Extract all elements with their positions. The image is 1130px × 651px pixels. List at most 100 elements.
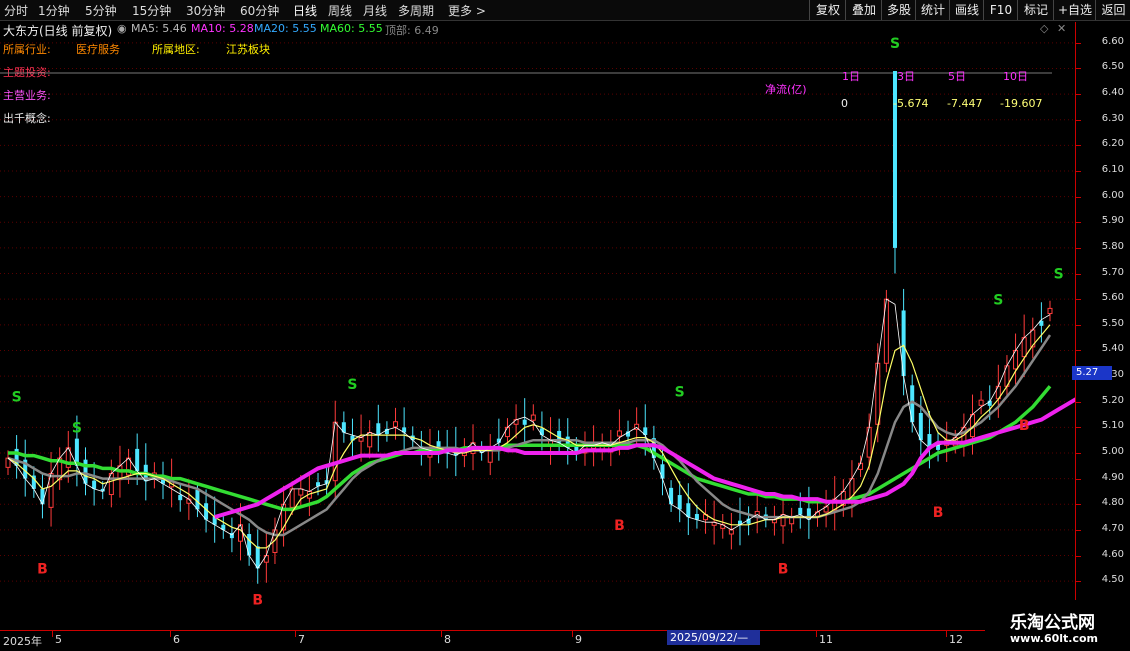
netflow-value-1: 0: [841, 97, 848, 110]
y-tick-label: 4.50: [1101, 574, 1124, 586]
cursor-date: 2025/09/22/—: [667, 630, 760, 645]
y-tick: [1076, 350, 1081, 352]
y-tick: [1076, 529, 1081, 531]
x-label-aug: 8: [444, 633, 451, 646]
y-tick-label: 4.80: [1101, 497, 1124, 509]
tab-60min[interactable]: 60分钟: [240, 2, 279, 19]
candle-body: [530, 414, 536, 421]
stats-button[interactable]: 统计: [915, 0, 950, 20]
y-tick: [1076, 94, 1081, 96]
tab-more[interactable]: 更多 >: [448, 2, 486, 19]
candle-body: [263, 555, 269, 563]
overlay-button[interactable]: 叠加: [845, 0, 882, 20]
y-tick: [1076, 222, 1081, 224]
candle-body: [978, 399, 984, 406]
kline-chart[interactable]: S S B S B B S B S B S B S: [0, 22, 1076, 630]
y-tick-label: 6.30: [1101, 112, 1124, 124]
y-tick-label: 5.80: [1101, 240, 1124, 252]
current-price-tag: 5.27: [1072, 366, 1112, 380]
tab-1min[interactable]: 1分钟: [38, 2, 70, 19]
watermark-url: www.60lt.com: [1010, 632, 1099, 645]
sell-signal: S: [72, 420, 82, 436]
f10-button[interactable]: F10: [983, 0, 1018, 20]
candles: [5, 71, 1053, 584]
candle-body: [660, 464, 665, 479]
y-tick: [1076, 145, 1081, 147]
y-tick-label: 6.00: [1101, 189, 1124, 201]
tab-5min[interactable]: 5分钟: [85, 2, 117, 19]
tab-intraday[interactable]: 分时: [4, 2, 28, 19]
y-tick: [1076, 581, 1081, 583]
y-tick: [1076, 42, 1081, 44]
tab-weekly[interactable]: 周线: [328, 2, 352, 19]
y-tick: [1076, 555, 1081, 557]
netflow-value-10: -19.607: [1000, 97, 1043, 110]
netflow-period-3: 3日: [897, 70, 915, 83]
y-tick: [1076, 171, 1081, 172]
tab-15min[interactable]: 15分钟: [132, 2, 171, 19]
candle-body: [694, 514, 699, 520]
y-tick-label: 5.20: [1101, 394, 1124, 406]
x-label-dec: 12: [949, 633, 963, 646]
x-tick: [170, 631, 171, 637]
tab-monthly[interactable]: 月线: [363, 2, 387, 19]
y-tick-label: 6.40: [1101, 87, 1124, 99]
tab-30min[interactable]: 30分钟: [186, 2, 225, 19]
y-tick-label: 6.60: [1101, 35, 1124, 47]
x-tick: [816, 631, 817, 637]
y-tick: [1076, 119, 1081, 121]
ma-white-line: [7, 298, 1051, 570]
netflow-period-5: 5日: [948, 70, 966, 83]
buy-signal: B: [614, 518, 625, 534]
draw-button[interactable]: 画线: [949, 0, 984, 20]
buy-signal: B: [933, 505, 944, 521]
x-label-year: 2025年: [3, 635, 42, 648]
y-tick: [1076, 68, 1081, 70]
candle-body: [918, 413, 923, 441]
candle-body: [798, 507, 803, 515]
candle-body: [298, 488, 304, 496]
tab-multi-period[interactable]: 多周期: [398, 2, 434, 19]
netflow-value-5: -7.447: [947, 97, 983, 110]
x-tick: [572, 631, 573, 637]
candle-body: [616, 430, 622, 437]
mark-button[interactable]: 标记: [1017, 0, 1054, 20]
candle-body: [135, 448, 140, 471]
y-tick-label: 4.60: [1101, 548, 1124, 560]
ma-yellow-line: [7, 324, 1051, 549]
y-tick-label: 5.50: [1101, 317, 1124, 329]
candle-body: [669, 487, 674, 505]
add-watchlist-button[interactable]: +自选: [1053, 0, 1096, 20]
tab-daily[interactable]: 日线: [293, 2, 317, 19]
candle-body: [178, 495, 183, 501]
adjust-button[interactable]: 复权: [809, 0, 846, 20]
y-tick-label: 6.10: [1101, 164, 1124, 175]
y-tick-label: 5.60: [1101, 292, 1124, 304]
multi-stock-button[interactable]: 多股: [881, 0, 916, 20]
candle-body: [238, 524, 244, 542]
x-label-sep: 9: [575, 633, 582, 646]
y-tick: [1076, 478, 1081, 480]
y-tick: [1076, 196, 1081, 198]
candle-body: [204, 503, 209, 520]
y-tick: [1076, 427, 1081, 429]
sell-signal: S: [993, 292, 1003, 308]
y-tick-label: 4.70: [1101, 522, 1124, 534]
back-button[interactable]: 返回: [1095, 0, 1130, 20]
x-tick: [946, 631, 947, 637]
ma-gray-line: [7, 334, 1052, 537]
candle-body: [513, 419, 519, 425]
x-tick: [295, 631, 296, 637]
signals: S S B S B B S B S B S B S: [12, 36, 1064, 608]
candle-body: [393, 421, 399, 428]
candle-body: [255, 546, 260, 569]
date-axis: 2025年 5 6 7 8 9 11 12: [0, 630, 1076, 651]
y-tick-label: 5.40: [1101, 343, 1124, 355]
x-label-jul: 7: [298, 633, 305, 646]
x-tick: [441, 631, 442, 637]
x-label-may: 5: [55, 633, 62, 646]
price-axis: 6.60 6.50 6.40 6.30 6.20 6.10 6.00 5.90 5.80 5.70…: [1075, 22, 1130, 600]
y-tick-label: 5.10: [1101, 420, 1124, 432]
candle-body: [247, 534, 252, 556]
candle-body: [358, 437, 364, 442]
